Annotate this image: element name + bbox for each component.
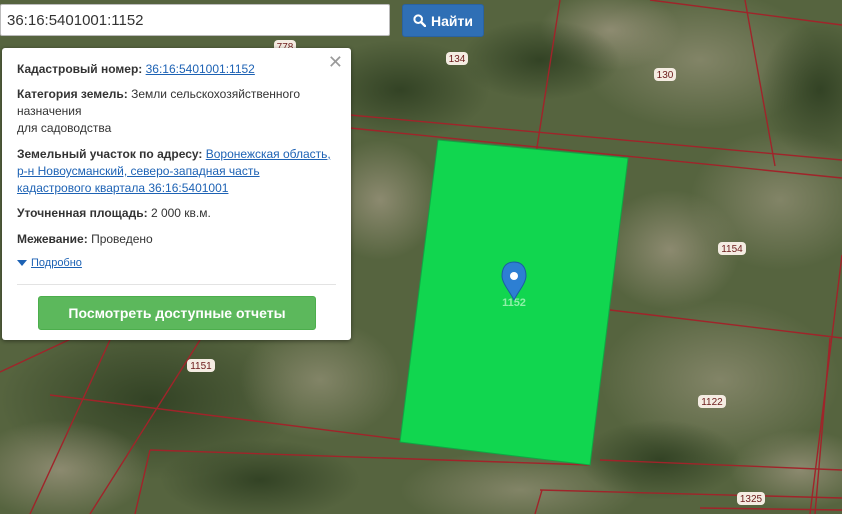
land-category-row: Категория земель: Земли сельскохозяйстве… <box>17 86 335 137</box>
parcel-info-popup: ✕ Кадастровый номер: 36:16:5401001:1152 … <box>2 48 351 340</box>
cadastral-number-row: Кадастровый номер: 36:16:5401001:1152 <box>17 61 335 78</box>
area-row: Уточненная площадь: 2 000 кв.м. <box>17 205 335 222</box>
parcel-label-1325-text: 1325 <box>740 494 763 505</box>
address-link-1[interactable]: Воронежская область, <box>206 147 331 161</box>
survey-value: Проведено <box>91 232 153 246</box>
cadastral-number-label: Кадастровый номер: <box>17 62 143 76</box>
land-category-value-3: для садоводства <box>17 121 112 135</box>
details-label: Подробно <box>31 257 82 269</box>
caret-down-icon <box>17 260 27 266</box>
address-link-2[interactable]: р-н Новоусманский, северо-западная часть <box>17 164 260 178</box>
address-row: Земельный участок по адресу: Воронежская… <box>17 146 335 197</box>
parcel-label-1151-text: 1151 <box>190 361 212 372</box>
address-label: Земельный участок по адресу: <box>17 147 203 161</box>
survey-label: Межевание: <box>17 232 88 246</box>
parcel-label-1151: 1151 <box>187 359 215 372</box>
survey-row: Межевание: Проведено <box>17 231 335 248</box>
view-reports-button[interactable]: Посмотреть доступные отчеты <box>38 296 316 330</box>
search-button[interactable]: Найти <box>402 4 484 37</box>
divider <box>17 284 336 285</box>
parcel-label-130: 130 <box>654 68 676 81</box>
parcel-label-134-text: 134 <box>449 54 466 65</box>
land-category-value-2: назначения <box>17 104 82 118</box>
area-label: Уточненная площадь: <box>17 206 148 220</box>
area-value: 2 000 кв.м. <box>150 206 211 220</box>
search-input[interactable] <box>0 4 390 36</box>
land-category-label: Категория земель: <box>17 87 128 101</box>
cadastral-number-link[interactable]: 36:16:5401001:1152 <box>146 62 255 76</box>
details-toggle[interactable]: Подробно <box>17 257 82 269</box>
parcel-label-1154: 1154 <box>718 242 746 255</box>
address-link-3[interactable]: кадастрового квартала 36:16:5401001 <box>17 181 228 195</box>
parcel-label-1122-text: 1122 <box>701 397 723 408</box>
parcel-label-134: 134 <box>446 52 468 65</box>
land-category-value-1: Земли сельскохозяйственного <box>131 87 301 101</box>
search-icon <box>413 14 427 27</box>
parcel-label-1154-text: 1154 <box>721 244 743 255</box>
search-button-label: Найти <box>431 12 473 29</box>
parcel-label-1325: 1325 <box>737 492 765 505</box>
parcel-label-130-text: 130 <box>657 70 674 81</box>
parcel-label-1122: 1122 <box>698 395 726 408</box>
